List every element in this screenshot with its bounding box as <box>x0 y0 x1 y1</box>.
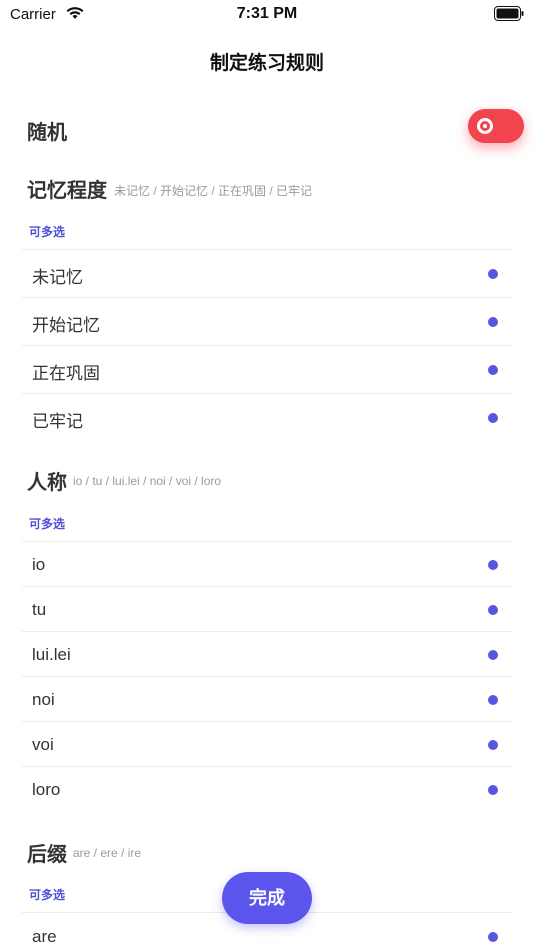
item-label: 未记忆 <box>32 268 83 287</box>
list-item[interactable]: noi <box>22 676 512 721</box>
selected-dot-icon <box>488 317 498 327</box>
person-list: io tu lui.lei noi voi loro <box>22 541 512 811</box>
list-item[interactable]: 正在巩固 <box>22 345 512 393</box>
item-label: io <box>32 555 46 574</box>
done-button[interactable]: 完成 <box>222 872 312 924</box>
selected-dot-icon <box>488 785 498 795</box>
list-item[interactable]: lui.lei <box>22 631 512 676</box>
suffix-subtitle: are / ere / ire <box>73 846 142 860</box>
selected-dot-icon <box>488 695 498 705</box>
selected-dot-icon <box>488 740 498 750</box>
item-label: noi <box>32 690 55 709</box>
selected-dot-icon <box>488 932 498 942</box>
memory-header: 记忆程度 未记忆 / 开始记忆 / 正在巩固 / 已牢记 <box>22 172 512 204</box>
list-item[interactable]: io <box>22 541 512 586</box>
item-label: loro <box>32 780 61 799</box>
selected-dot-icon <box>488 560 498 570</box>
page-title: 制定练习规则 <box>209 53 324 74</box>
item-label: 开始记忆 <box>32 316 100 335</box>
person-title: 人称 <box>27 472 67 494</box>
random-toggle[interactable] <box>468 109 524 143</box>
status-time: 7:31 PM <box>236 5 298 22</box>
item-label: 已牢记 <box>32 412 83 431</box>
item-label: voi <box>32 735 54 754</box>
selected-dot-icon <box>488 605 498 615</box>
item-label: are <box>32 927 57 946</box>
selected-dot-icon <box>488 269 498 279</box>
memory-title: 记忆程度 <box>27 180 107 202</box>
list-item[interactable]: 已牢记 <box>22 393 512 441</box>
memory-list: 未记忆 开始记忆 正在巩固 已牢记 <box>22 249 512 441</box>
suffix-multi-hint: 可多选 <box>29 888 66 902</box>
person-multi-hint: 可多选 <box>29 517 66 531</box>
random-label: 随机 <box>27 122 67 144</box>
list-item[interactable]: 未记忆 <box>22 249 512 297</box>
suffix-header: 后缀 are / ere / ire <box>22 836 512 868</box>
person-header: 人称 io / tu / lui.lei / noi / voi / loro <box>22 464 512 496</box>
list-item[interactable]: tu <box>22 586 512 631</box>
random-row: 随机 <box>27 109 524 144</box>
suffix-section: 后缀 are / ere / ire 可多选 are <box>22 836 512 946</box>
list-item[interactable]: loro <box>22 766 512 811</box>
memory-multi-hint: 可多选 <box>29 225 66 239</box>
item-label: lui.lei <box>32 645 71 664</box>
memory-subtitle: 未记忆 / 开始记忆 / 正在巩固 / 已牢记 <box>114 184 313 198</box>
item-label: 正在巩固 <box>32 364 100 383</box>
suffix-title: 后缀 <box>27 844 67 866</box>
list-item[interactable]: voi <box>22 721 512 766</box>
selected-dot-icon <box>488 413 498 423</box>
memory-section: 记忆程度 未记忆 / 开始记忆 / 正在巩固 / 已牢记 可多选 未记忆 开始记… <box>22 172 512 431</box>
selected-dot-icon <box>488 365 498 375</box>
status-bar: Carrier 7:31 PM <box>0 0 534 28</box>
battery-icon <box>494 6 524 21</box>
toggle-knob <box>477 118 493 134</box>
selected-dot-icon <box>488 650 498 660</box>
person-subtitle: io / tu / lui.lei / noi / voi / loro <box>73 474 222 488</box>
person-section: 人称 io / tu / lui.lei / noi / voi / loro … <box>22 464 512 799</box>
item-label: tu <box>32 600 47 619</box>
list-item[interactable]: 开始记忆 <box>22 297 512 345</box>
